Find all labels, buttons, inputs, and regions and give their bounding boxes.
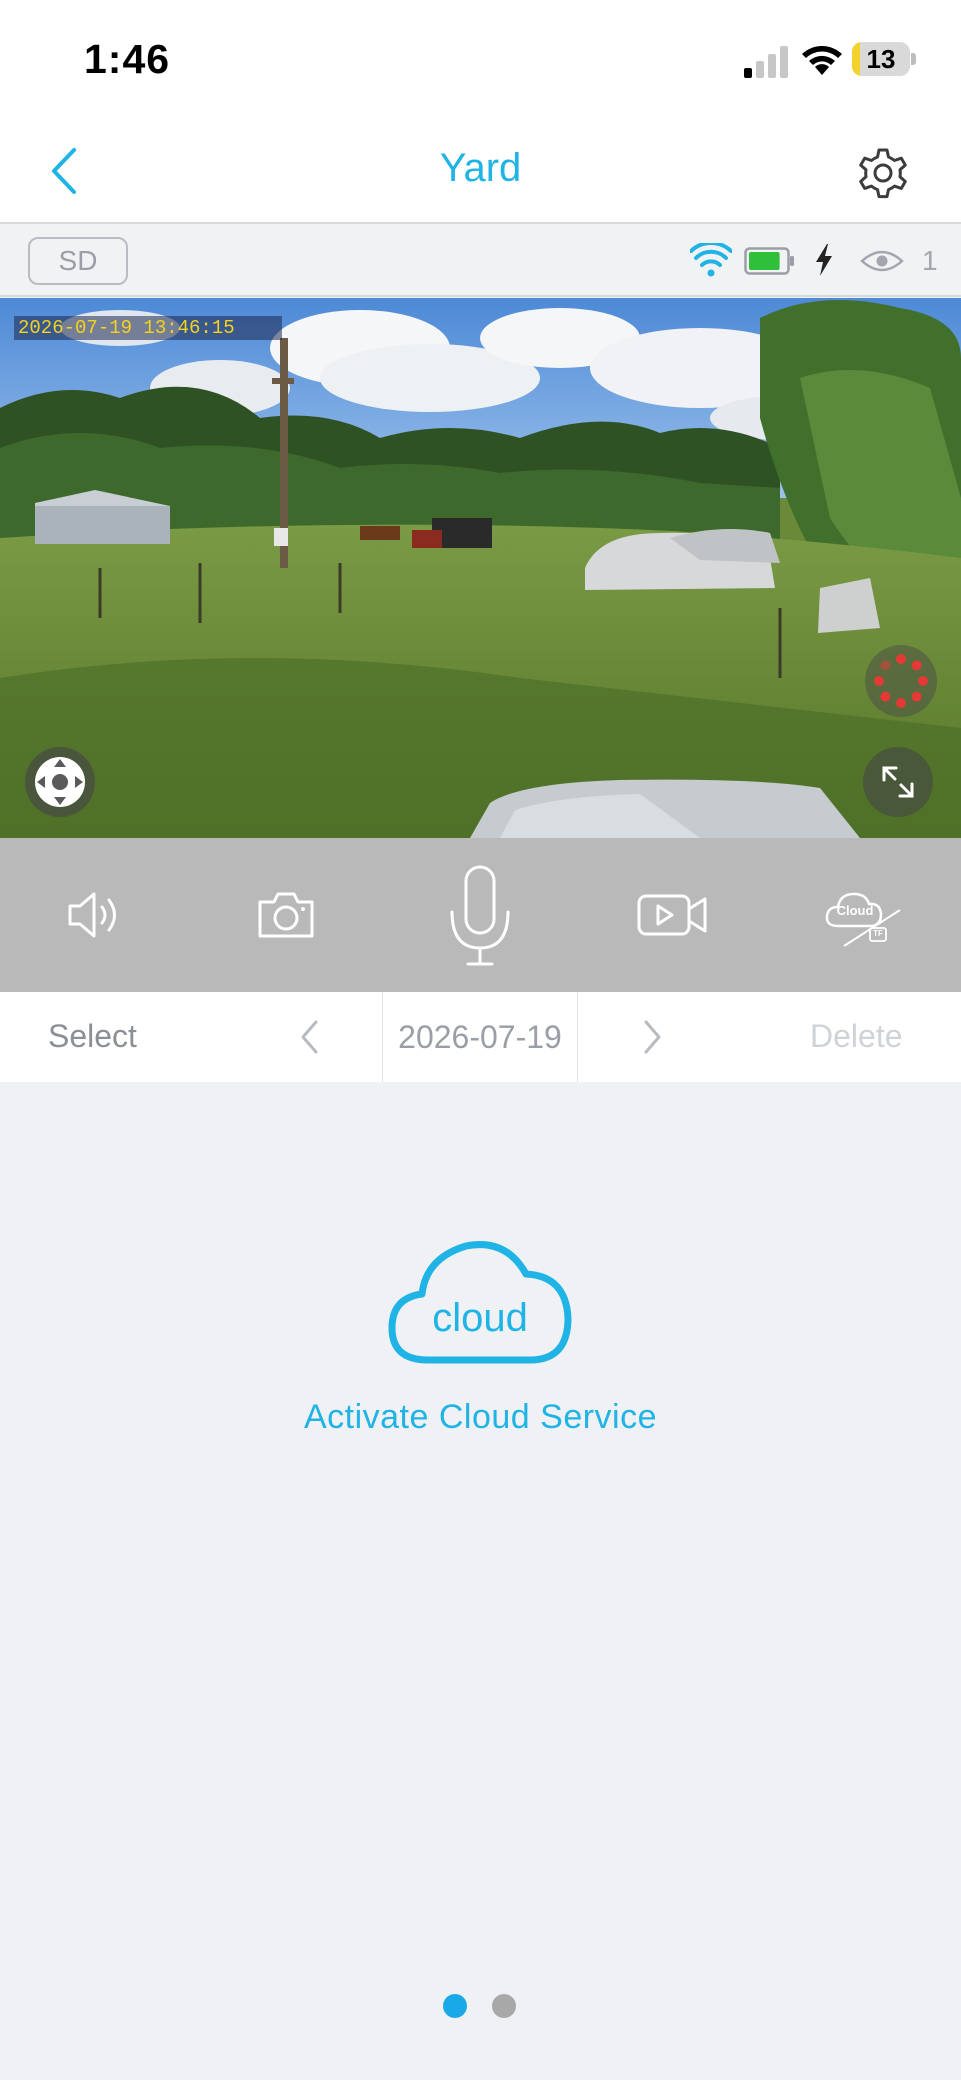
playback-date-bar: Select 2026-07-19 Delete [0,992,961,1082]
cloud-tf-label: Cloud [836,903,874,918]
page-title: Yard [439,146,522,190]
microphone-icon[interactable] [448,864,512,968]
page-indicator-1[interactable] [443,1994,467,2018]
ptz-joystick-icon[interactable] [24,746,96,818]
chevron-right-icon[interactable] [638,1016,666,1058]
cloud-icon-text: cloud [432,1296,528,1340]
control-bar: Cloud TF [0,838,961,992]
camera-scene [0,298,961,838]
video-record-icon[interactable] [636,892,708,938]
cloud-tf-icon[interactable]: Cloud TF [824,886,904,948]
cellular-signal-icon [744,46,788,78]
nav-header: Yard [0,120,961,224]
device-status-bar: SD 1 [0,225,961,297]
status-time: 1:46 [84,36,171,82]
eye-icon [860,250,904,272]
activate-cloud-service-link[interactable]: Activate Cloud Service [0,1398,961,1437]
video-timestamp: 2026-07-19 13:46:15 [14,316,282,340]
expand-icon[interactable] [862,746,934,818]
tf-label: TF [873,929,883,938]
sd-card-badge[interactable]: SD [28,237,128,285]
playback-date[interactable]: 2026-07-19 [382,992,578,1082]
live-video-feed[interactable]: 2026-07-19 13:46:15 [0,298,961,838]
chevron-left-icon[interactable] [296,1016,324,1058]
battery-percent: 13 [866,44,896,74]
speaker-icon[interactable] [66,888,122,942]
delete-button[interactable]: Delete [810,1018,903,1055]
page-indicator-2[interactable] [492,1994,516,2018]
select-button[interactable]: Select [48,1018,137,1055]
camera-icon[interactable] [256,888,316,940]
gear-icon[interactable] [852,142,914,204]
bolt-icon [816,244,832,276]
status-bar: 1:46 13 [0,0,961,120]
viewer-count: 1 [922,245,938,276]
wifi-icon [690,243,732,277]
wifi-status-icon [802,46,842,75]
phone-battery-icon: 13 [852,42,916,76]
loading-spinner-icon [865,645,937,717]
battery-icon [744,247,794,275]
